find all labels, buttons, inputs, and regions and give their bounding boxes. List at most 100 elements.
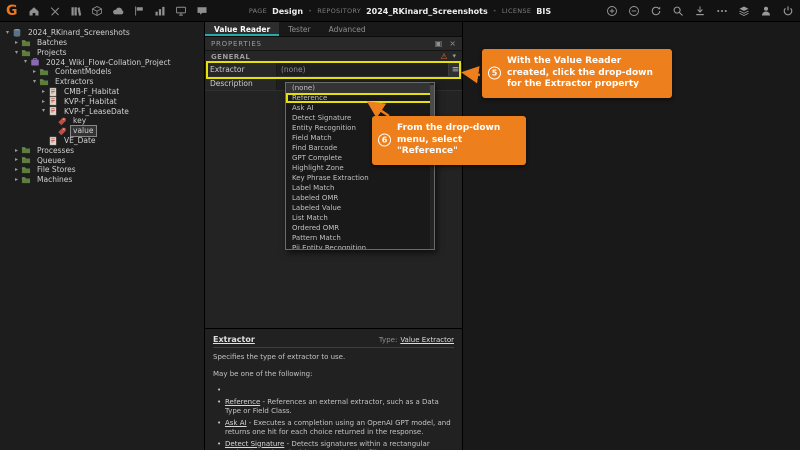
expander-icon[interactable]: ▸ xyxy=(12,165,21,175)
expander-icon[interactable]: ▸ xyxy=(12,38,21,48)
add-icon[interactable] xyxy=(605,4,618,17)
dropdown-item-highlight-zone[interactable]: Highlight Zone xyxy=(286,163,434,173)
cloud-icon[interactable] xyxy=(112,4,125,17)
tree-item-label[interactable]: Queues xyxy=(35,156,68,165)
tree-item-label[interactable]: Projects xyxy=(35,48,69,57)
tree-item-label[interactable]: CMB-F_Habitat xyxy=(62,87,121,96)
flag-icon[interactable] xyxy=(133,4,146,17)
chart-icon[interactable] xyxy=(154,4,167,17)
monitors-icon[interactable] xyxy=(175,4,188,17)
step-number-badge: 6 xyxy=(378,134,391,147)
expander-icon[interactable]: ▸ xyxy=(30,67,39,77)
expander-icon[interactable]: ▸ xyxy=(39,97,48,107)
refresh-icon[interactable] xyxy=(649,4,662,17)
expander-icon[interactable]: ▸ xyxy=(12,175,21,185)
tree-item-label[interactable]: VE_Date xyxy=(62,136,98,145)
callout-text: From the drop-down menu, select "Referen… xyxy=(397,123,500,156)
tree-item-ve-date[interactable]: VE_Date xyxy=(3,136,204,146)
dropdown-item-none[interactable]: (none) xyxy=(286,83,434,93)
grid-icon[interactable]: ▣ xyxy=(435,40,443,48)
tree-item-contentmodels[interactable]: ▸ ContentModels xyxy=(3,67,204,77)
dropdown-item-reference[interactable]: Reference xyxy=(286,93,434,103)
layers-icon[interactable] xyxy=(737,4,750,17)
tree-item-batches[interactable]: ▸ Batches xyxy=(3,38,204,48)
close-icon[interactable]: × xyxy=(449,40,456,48)
library-icon[interactable] xyxy=(70,4,83,17)
tree-item-2024-wiki-flow-collation-project[interactable]: ▾ 2024_Wiki_Flow-Collation_Project xyxy=(3,57,204,67)
remove-icon[interactable] xyxy=(627,4,640,17)
type-value-link[interactable]: Value Extractor xyxy=(400,336,454,344)
node-tree-panel: ▾ 2024_RKinard_Screenshots ▸ Batches ▾ Projec… xyxy=(0,22,205,450)
tools-icon[interactable] xyxy=(49,4,62,17)
tree-item-label[interactable]: Machines xyxy=(35,175,74,184)
extractor-dropdown-button[interactable]: ≡ xyxy=(448,63,462,76)
tree-item-queues[interactable]: ▸ Queues xyxy=(3,155,204,165)
tree-item-machines[interactable]: ▸ Machines xyxy=(3,175,204,185)
tree-item-label[interactable]: Extractors xyxy=(53,77,95,86)
tree-item-label[interactable]: 2024_Wiki_Flow-Collation_Project xyxy=(44,58,173,67)
expander-icon[interactable]: ▾ xyxy=(3,28,12,38)
search-icon[interactable] xyxy=(671,4,684,17)
page-value[interactable]: Design xyxy=(272,7,303,16)
tree-item-label[interactable]: Batches xyxy=(35,38,69,47)
dropdown-scrollbar[interactable] xyxy=(430,83,434,249)
power-icon[interactable] xyxy=(781,4,794,17)
dropdown-item-labeled-value[interactable]: Labeled Value xyxy=(286,203,434,213)
dropdown-item-labeled-omr[interactable]: Labeled OMR xyxy=(286,193,434,203)
tab-advanced[interactable]: Advanced xyxy=(320,22,375,36)
help-link[interactable]: Ask AI xyxy=(225,419,247,427)
tree-item-processes[interactable]: ▸ Processes xyxy=(3,146,204,156)
tree-item-projects[interactable]: ▾ Projects xyxy=(3,48,204,58)
validation-warning-icon: ⚠ xyxy=(440,53,447,61)
dropdown-item-ask-ai[interactable]: Ask AI xyxy=(286,103,434,113)
tree-item-label[interactable]: value xyxy=(71,126,96,135)
dropdown-item-pii-entity-recognition[interactable]: Pii Entity Recognition xyxy=(286,243,434,250)
expander-icon[interactable]: ▾ xyxy=(12,48,21,58)
tree-item-label[interactable]: KVP-F_LeaseDate xyxy=(62,107,131,116)
tree-item-label[interactable]: Processes xyxy=(35,146,76,155)
dropdown-item-ordered-omr[interactable]: Ordered OMR xyxy=(286,223,434,233)
separator-dot: • xyxy=(493,7,497,15)
tree-item-label[interactable]: 2024_RKinard_Screenshots xyxy=(26,28,132,37)
expander-icon[interactable]: ▾ xyxy=(30,77,39,87)
chevron-down-icon[interactable]: ▾ xyxy=(452,53,456,60)
expander-icon[interactable]: ▸ xyxy=(39,87,48,97)
tree-item-label[interactable]: ContentModels xyxy=(53,67,113,76)
dropdown-item-key-phrase-extraction[interactable]: Key Phrase Extraction xyxy=(286,173,434,183)
expander-icon[interactable]: ▸ xyxy=(12,146,21,156)
tree-item-file-stores[interactable]: ▸ File Stores xyxy=(3,165,204,175)
expander-icon[interactable]: ▾ xyxy=(39,106,48,116)
tree-item-label[interactable]: File Stores xyxy=(35,165,78,174)
tree-item-label[interactable]: KVP-F_Habitat xyxy=(62,97,119,106)
tree-item-2024-rkinard-screenshots[interactable]: ▾ 2024_RKinard_Screenshots xyxy=(3,28,204,38)
tab-value-reader[interactable]: Value Reader xyxy=(205,22,279,36)
help-bullet-text: Detect Signature - Detects signatures wi… xyxy=(225,440,454,450)
chat-icon[interactable] xyxy=(196,4,209,17)
help-link[interactable]: Reference xyxy=(225,398,260,406)
tree-item-label[interactable]: key xyxy=(71,116,88,125)
batches-icon[interactable] xyxy=(91,4,104,17)
general-section-header[interactable]: GENERAL ⚠ ▾ xyxy=(205,51,462,63)
tree-item-kvp-f-leasedate[interactable]: ▾ KVP-F_LeaseDate xyxy=(3,106,204,116)
dropdown-item-list-match[interactable]: List Match xyxy=(286,213,434,223)
extractor-property-value[interactable]: (none) xyxy=(277,63,448,76)
tree-item-kvp-f-habitat[interactable]: ▸ KVP-F_Habitat xyxy=(3,97,204,107)
repository-value[interactable]: 2024_RKinard_Screenshots xyxy=(366,7,488,16)
help-link[interactable]: Detect Signature xyxy=(225,440,284,448)
more-icon[interactable] xyxy=(715,4,728,17)
help-title[interactable]: Extractor xyxy=(213,335,255,344)
tree-item-key[interactable]: key xyxy=(3,116,204,126)
dropdown-item-label-match[interactable]: Label Match xyxy=(286,183,434,193)
download-icon[interactable] xyxy=(693,4,706,17)
tree-item-value[interactable]: value xyxy=(3,126,204,136)
home-icon[interactable] xyxy=(28,4,41,17)
help-intro: Specifies the type of extractor to use. xyxy=(213,353,454,363)
expander-icon[interactable]: ▾ xyxy=(21,57,30,67)
user-icon[interactable] xyxy=(759,4,772,17)
bullet-dot: • xyxy=(217,398,225,417)
dropdown-item-pattern-match[interactable]: Pattern Match xyxy=(286,233,434,243)
tree-item-cmb-f-habitat[interactable]: ▸ CMB-F_Habitat xyxy=(3,87,204,97)
tab-tester[interactable]: Tester xyxy=(279,22,319,36)
expander-icon[interactable]: ▸ xyxy=(12,155,21,165)
tree-item-extractors[interactable]: ▾ Extractors xyxy=(3,77,204,87)
